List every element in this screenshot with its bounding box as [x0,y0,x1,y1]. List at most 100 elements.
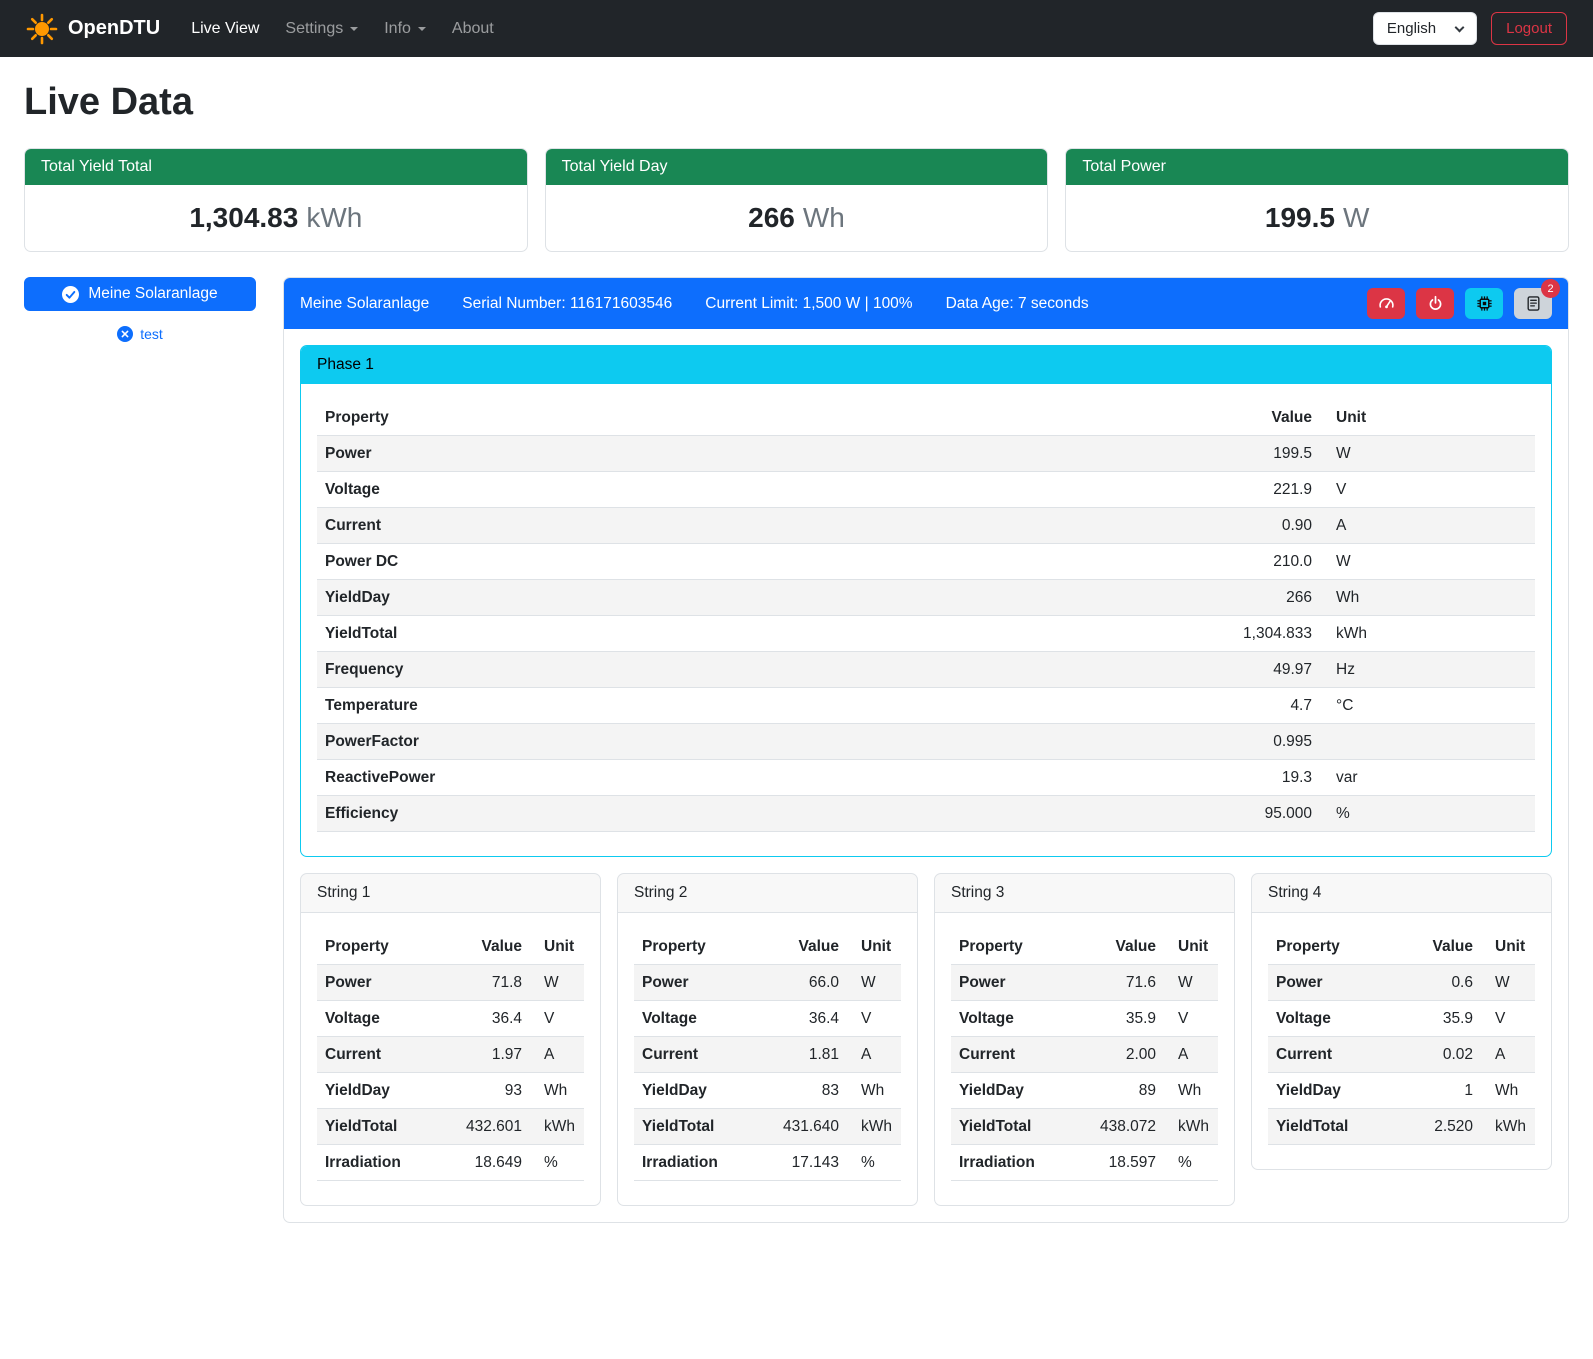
unit-cell: var [1320,760,1535,796]
language-select[interactable]: English [1373,12,1477,45]
value-cell: 18.597 [1090,1145,1164,1181]
property-cell: Power [634,965,773,1001]
nav-info-label: Info [384,20,411,38]
summary-card-title: Total Yield Day [546,149,1048,185]
unit-cell: A [847,1037,901,1073]
value-cell: 4.7 [1210,688,1320,724]
language-select-value: English [1387,20,1436,37]
unit-header: Unit [1320,400,1535,436]
unit-cell: kWh [530,1109,584,1145]
inverter-select-button[interactable]: Meine Solaranlage [24,277,256,311]
property-cell: YieldTotal [951,1109,1090,1145]
string-table-body: Power71.6WVoltage35.9VCurrent2.00AYieldD… [951,965,1218,1181]
value-header: Value [1407,929,1481,965]
unit-cell [1320,724,1535,760]
table-row: Current0.02A [1268,1037,1535,1073]
summary-card-value-row: 266Wh [546,185,1048,251]
nav-settings[interactable]: Settings [272,12,371,46]
string-table-body: Power71.8WVoltage36.4VCurrent1.97AYieldD… [317,965,584,1181]
summary-value: 1,304.83 [189,202,298,233]
chevron-down-icon [1455,22,1465,32]
property-header: Property [317,929,456,965]
value-cell: 93 [456,1073,530,1109]
power-icon [1427,295,1444,312]
string-table-head: Property Value Unit [317,929,584,965]
nav-about[interactable]: About [439,12,507,46]
main-content: Live Data Total Yield Total 1,304.83kWh … [0,57,1593,1249]
value-cell: 17.143 [773,1145,847,1181]
value-cell: 0.995 [1210,724,1320,760]
phase-card-title: Phase 1 [301,346,1551,384]
value-cell: 89 [1090,1073,1164,1109]
property-header: Property [951,929,1090,965]
unit-header: Unit [530,929,584,965]
value-cell: 36.4 [456,1001,530,1037]
value-cell: 83 [773,1073,847,1109]
property-cell: Current [317,508,1210,544]
property-cell: YieldDay [317,580,1210,616]
summary-value: 266 [748,202,795,233]
limit-settings-button[interactable] [1367,288,1405,319]
check-circle-icon [62,286,79,303]
unit-cell: % [1164,1145,1218,1181]
table-row: Irradiation18.649% [317,1145,584,1181]
unit-cell: V [847,1001,901,1037]
unit-cell: °C [1320,688,1535,724]
property-cell: Irradiation [634,1145,773,1181]
property-cell: Current [1268,1037,1407,1073]
summary-card-total-power: Total Power 199.5W [1065,148,1569,252]
property-cell: Power DC [317,544,1210,580]
value-cell: 2.00 [1090,1037,1164,1073]
table-row: YieldTotal431.640kWh [634,1109,901,1145]
string-card-body: Property Value Unit Power71.6WVoltage35.… [935,913,1234,1205]
event-log-button[interactable]: 2 [1514,288,1552,319]
power-button[interactable] [1416,288,1454,319]
value-cell: 35.9 [1090,1001,1164,1037]
unit-header: Unit [1164,929,1218,965]
device-info-button[interactable] [1465,288,1503,319]
table-row: Power199.5W [317,436,1535,472]
table-row: Current0.90A [317,508,1535,544]
inverter-item-test[interactable]: test [24,326,256,342]
brand[interactable]: OpenDTU [26,13,160,45]
inverter-select-label: Meine Solaranlage [88,285,217,303]
summary-cards: Total Yield Total 1,304.83kWh Total Yiel… [24,148,1569,252]
string-table-body: Power66.0WVoltage36.4VCurrent1.81AYieldD… [634,965,901,1181]
property-cell: Power [1268,965,1407,1001]
nav-settings-label: Settings [285,20,343,38]
property-cell: Power [317,436,1210,472]
table-row: Voltage35.9V [1268,1001,1535,1037]
nav-info[interactable]: Info [371,12,439,46]
value-cell: 2.520 [1407,1109,1481,1145]
table-row: Irradiation17.143% [634,1145,901,1181]
phase-table: Property Value Unit Power199.5WVoltage22… [317,400,1535,832]
inverter-name: Meine Solaranlage [300,295,429,313]
table-row: YieldDay93Wh [317,1073,584,1109]
string-card-body: Property Value Unit Power71.8WVoltage36.… [301,913,600,1205]
value-cell: 1 [1407,1073,1481,1109]
table-row: YieldTotal2.520kWh [1268,1109,1535,1145]
table-row: PowerFactor0.995 [317,724,1535,760]
unit-cell: % [847,1145,901,1181]
table-row: YieldDay83Wh [634,1073,901,1109]
value-cell: 19.3 [1210,760,1320,796]
table-row: Power0.6W [1268,965,1535,1001]
string-table-head: Property Value Unit [634,929,901,965]
value-cell: 266 [1210,580,1320,616]
table-header-row: Property Value Unit [951,929,1218,965]
summary-card-value-row: 199.5W [1066,185,1568,251]
sun-logo-icon [26,13,58,45]
nav-live-view[interactable]: Live View [178,12,272,46]
property-cell: Voltage [1268,1001,1407,1037]
logout-button[interactable]: Logout [1491,12,1567,45]
phase-table-body: Power199.5WVoltage221.9VCurrent0.90APowe… [317,436,1535,832]
unit-cell: Wh [530,1073,584,1109]
table-row: YieldDay1Wh [1268,1073,1535,1109]
table-row: Voltage36.4V [317,1001,584,1037]
value-cell: 210.0 [1210,544,1320,580]
value-cell: 35.9 [1407,1001,1481,1037]
property-cell: Voltage [317,1001,456,1037]
phase-table-head: Property Value Unit [317,400,1535,436]
property-header: Property [634,929,773,965]
unit-cell: kWh [847,1109,901,1145]
